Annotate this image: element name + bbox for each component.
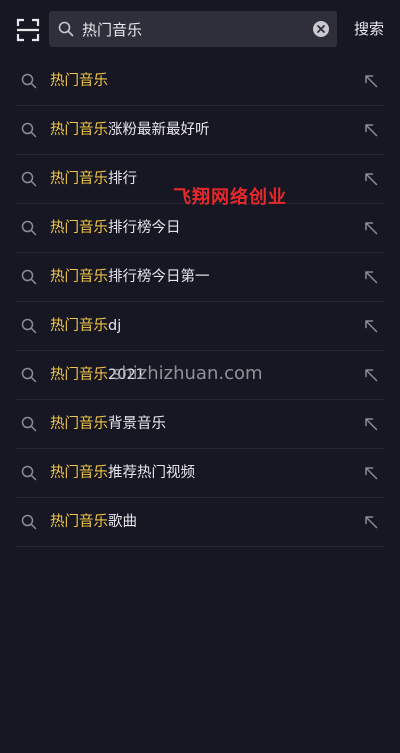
suggestion-rest: 排行榜今日第一 (108, 269, 210, 285)
suggestion-text: 热门音乐涨粉最新最好听 (50, 106, 210, 155)
suggestion-item[interactable]: 热门音乐歌曲 (0, 498, 400, 547)
clear-icon[interactable] (313, 21, 329, 37)
suggestion-text: 热门音乐排行榜今日 (50, 204, 181, 253)
search-icon (21, 318, 37, 334)
search-icon (21, 269, 37, 285)
suggestion-rest: 涨粉最新最好听 (108, 122, 210, 138)
search-field[interactable] (49, 11, 337, 47)
suggestion-highlight: 热门音乐 (50, 269, 108, 285)
suggestion-item[interactable]: 热门音乐排行榜今日第一 (0, 253, 400, 302)
suggestion-text: 热门音乐排行 (50, 155, 137, 204)
suggestion-item[interactable]: 热门音乐背景音乐 (0, 400, 400, 449)
search-header: 搜索 (0, 0, 400, 60)
search-icon (21, 73, 37, 89)
fill-query-icon[interactable] (364, 465, 378, 480)
scan-icon[interactable] (16, 18, 40, 42)
search-icon (21, 367, 37, 383)
suggestion-highlight: 热门音乐 (50, 465, 108, 481)
search-icon (21, 171, 37, 187)
suggestion-highlight: 热门音乐 (50, 73, 108, 89)
suggestion-item[interactable]: 热门音乐 (0, 57, 400, 106)
fill-query-icon[interactable] (364, 318, 378, 333)
suggestion-list: 热门音乐 热门音乐涨粉最新最好听 热门音乐排行 热门音乐排行榜今日 热门音乐排行… (0, 57, 400, 547)
search-icon (21, 220, 37, 236)
fill-query-icon[interactable] (364, 220, 378, 235)
search-button[interactable]: 搜索 (345, 11, 393, 47)
suggestion-text: 热门音乐推荐热门视频 (50, 449, 195, 498)
fill-query-icon[interactable] (364, 416, 378, 431)
fill-query-icon[interactable] (364, 122, 378, 137)
suggestion-text: 热门音乐dj (50, 302, 121, 351)
suggestion-text: 热门音乐背景音乐 (50, 400, 166, 449)
search-icon (21, 514, 37, 530)
row-divider (16, 546, 384, 547)
suggestion-highlight: 热门音乐 (50, 367, 108, 383)
suggestion-rest: 歌曲 (108, 514, 137, 530)
search-icon (21, 122, 37, 138)
suggestion-item[interactable]: 热门音乐dj (0, 302, 400, 351)
fill-query-icon[interactable] (364, 73, 378, 88)
suggestion-highlight: 热门音乐 (50, 220, 108, 236)
suggestion-item[interactable]: 热门音乐排行榜今日 (0, 204, 400, 253)
suggestion-highlight: 热门音乐 (50, 318, 108, 334)
suggestion-highlight: 热门音乐 (50, 171, 108, 187)
suggestion-item[interactable]: 热门音乐推荐热门视频 (0, 449, 400, 498)
suggestion-text: 热门音乐排行榜今日第一 (50, 253, 210, 302)
search-input[interactable] (82, 11, 302, 47)
suggestion-text: 热门音乐 (50, 57, 108, 106)
search-icon (21, 416, 37, 432)
search-icon (58, 21, 74, 37)
suggestion-highlight: 热门音乐 (50, 514, 108, 530)
suggestion-rest: 背景音乐 (108, 416, 166, 432)
suggestion-highlight: 热门音乐 (50, 416, 108, 432)
suggestion-text: 热门音乐歌曲 (50, 498, 137, 547)
suggestion-rest: 推荐热门视频 (108, 465, 195, 481)
suggestion-highlight: 热门音乐 (50, 122, 108, 138)
fill-query-icon[interactable] (364, 171, 378, 186)
fill-query-icon[interactable] (364, 367, 378, 382)
search-page: 搜索 热门音乐 热门音乐涨粉最新最好听 (0, 0, 400, 753)
brand-watermark: 飞翔网络创业 (173, 187, 287, 208)
fill-query-icon[interactable] (364, 514, 378, 529)
search-icon (21, 465, 37, 481)
suggestion-rest: 排行 (108, 171, 137, 187)
fill-query-icon[interactable] (364, 269, 378, 284)
suggestion-item[interactable]: 热门音乐涨粉最新最好听 (0, 106, 400, 155)
suggestion-rest: dj (108, 318, 122, 334)
suggestion-rest: 排行榜今日 (108, 220, 181, 236)
site-watermark: shizhizhuan.com (112, 363, 263, 384)
